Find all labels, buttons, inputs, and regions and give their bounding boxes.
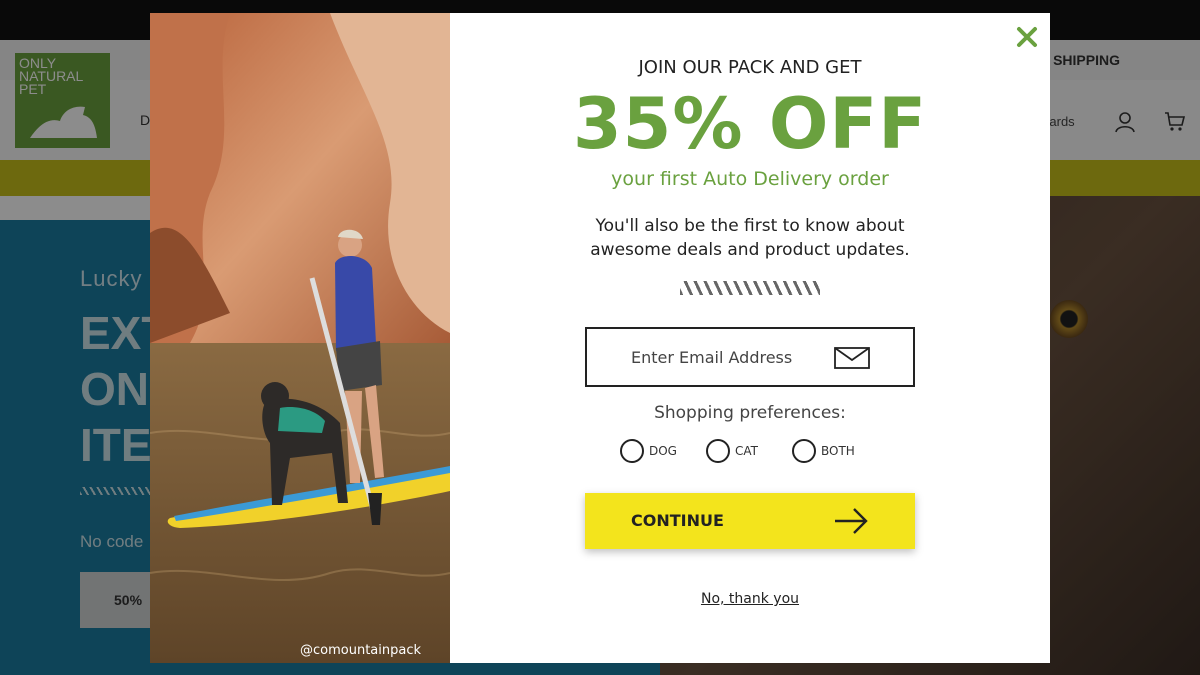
mail-icon [834, 347, 870, 369]
paddleboard-photo: @comountainpack [150, 13, 450, 663]
radio-circle[interactable] [706, 439, 730, 463]
pref-radio-both[interactable]: BOTH [792, 438, 855, 464]
pref-radio-dog[interactable]: DOG [620, 438, 677, 464]
email-input[interactable] [587, 329, 837, 385]
offer-subheading: your first Auto Delivery order [611, 168, 889, 190]
offer-headline: 35% OFF [572, 83, 928, 165]
signup-modal: @comountainpack JOIN OUR PACK AND GET 35… [150, 13, 1050, 663]
pref-radio-cat[interactable]: CAT [706, 438, 758, 464]
radio-circle[interactable] [792, 439, 816, 463]
radio-label: CAT [735, 444, 758, 458]
radio-label: BOTH [821, 444, 855, 458]
radio-label: DOG [649, 444, 677, 458]
shopping-preferences-label: Shopping preferences: [654, 403, 846, 423]
modal-content: JOIN OUR PACK AND GET 35% OFF your first… [450, 13, 1050, 663]
continue-button[interactable]: CONTINUE [585, 493, 915, 549]
radio-circle[interactable] [620, 439, 644, 463]
offer-description: You'll also be the first to know about a… [590, 216, 910, 260]
photo-credit: @comountainpack [300, 643, 422, 658]
join-heading: JOIN OUR PACK AND GET [638, 57, 862, 78]
continue-label: CONTINUE [631, 511, 724, 530]
photo-illustration [150, 13, 450, 663]
decline-link[interactable]: No, thank you [450, 591, 1050, 607]
hatch-divider [680, 281, 820, 295]
arrow-right-icon [835, 508, 868, 534]
email-field-box[interactable] [585, 327, 915, 387]
